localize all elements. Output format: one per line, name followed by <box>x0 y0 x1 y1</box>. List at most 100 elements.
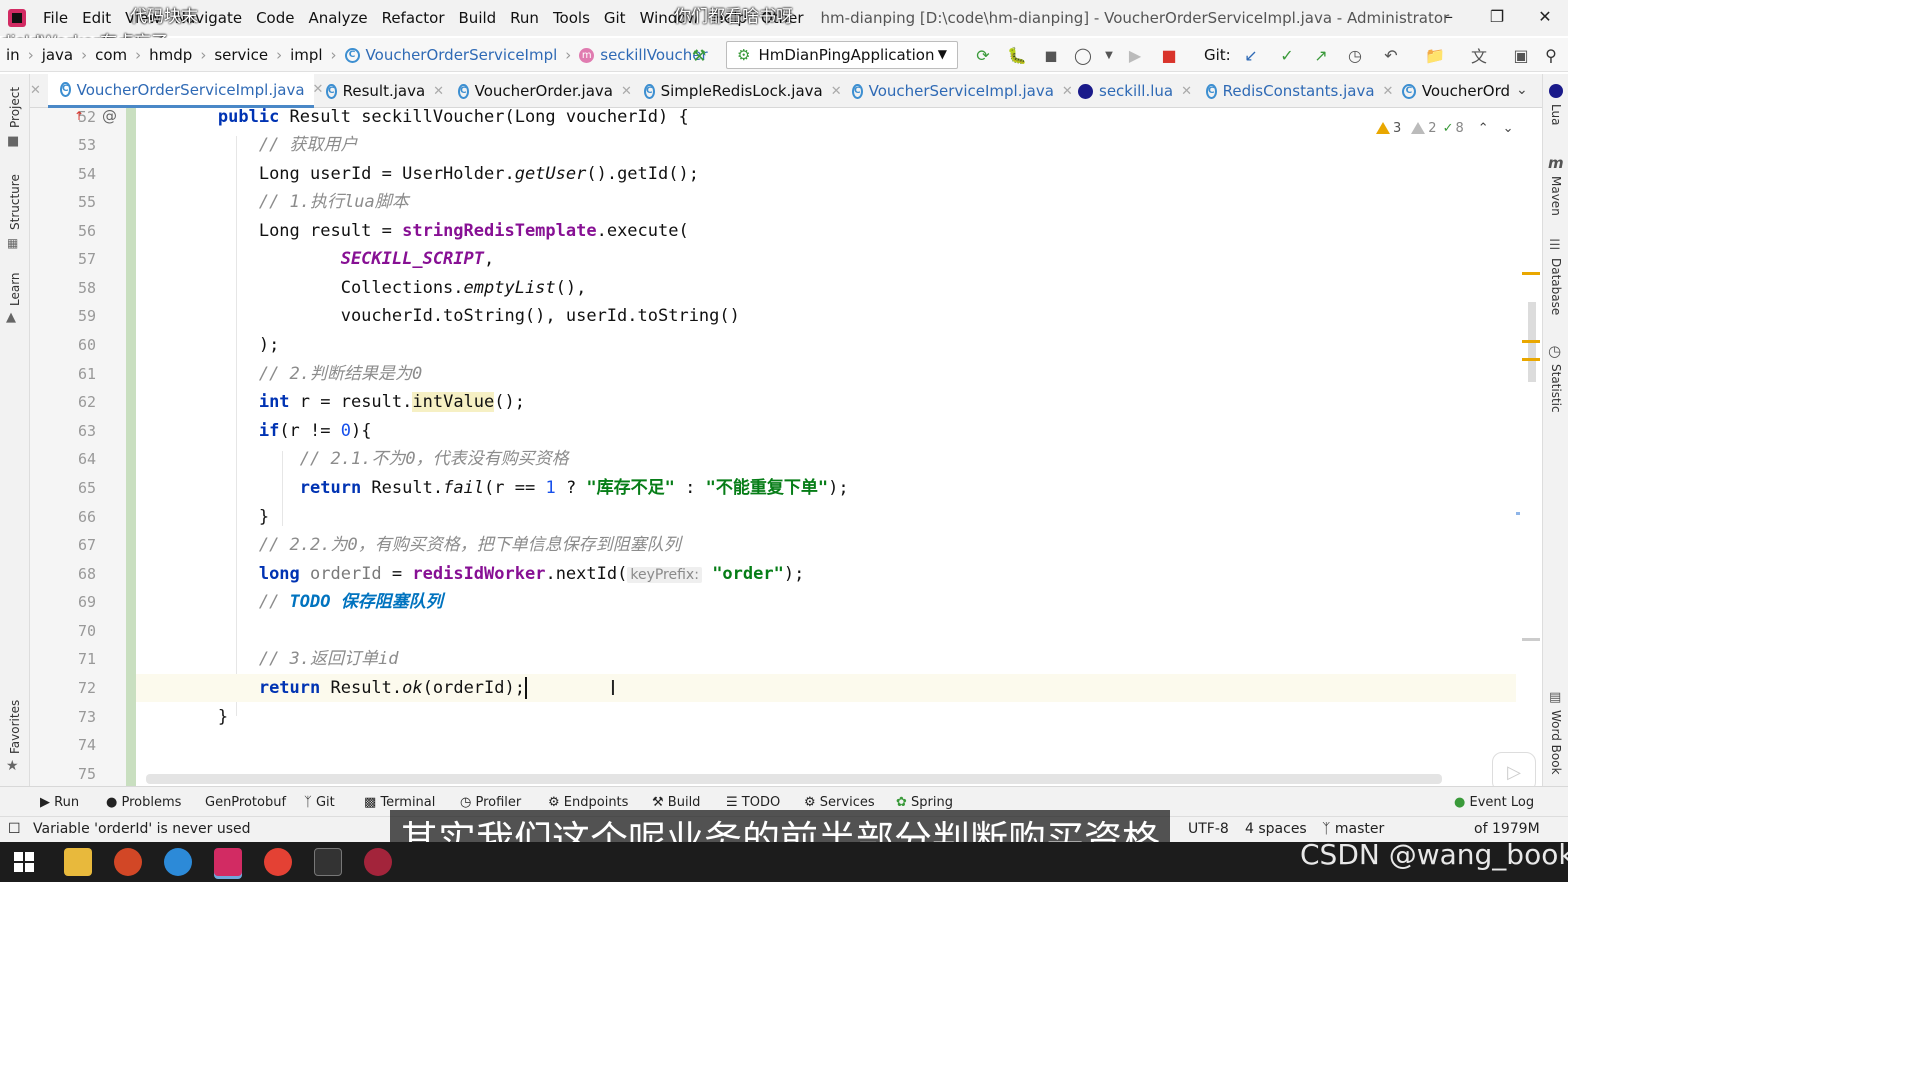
tab-simple-redis-lock[interactable]: C SimpleRedisLock.java ✕ <box>632 74 842 108</box>
intellij-taskbar-icon[interactable] <box>214 848 242 876</box>
toolwindow-git[interactable]: ᛉ Git <box>304 795 335 810</box>
code-editor[interactable]: public Result seckillVoucher(Long vouche… <box>136 108 1516 778</box>
restore-button[interactable]: ❐ <box>1474 0 1520 32</box>
chevron-down-icon[interactable]: ⌄ <box>1516 82 1528 98</box>
stop-icon[interactable]: ■ <box>1160 46 1178 65</box>
debug-icon[interactable]: 🐛 <box>1007 46 1027 65</box>
status-indent[interactable]: 4 spaces <box>1245 821 1307 837</box>
toolwindow-run[interactable]: ▶ Run <box>40 795 79 810</box>
chevron-down-icon[interactable]: ▼ <box>1100 46 1118 64</box>
tool-learn[interactable]: Learn <box>8 272 22 306</box>
menu-code[interactable]: Code <box>249 9 301 27</box>
code-line[interactable] <box>136 617 1516 645</box>
tab-voucher-service-impl[interactable]: C VoucherServiceImpl.java ✕ <box>840 74 1073 108</box>
code-line[interactable]: Long userId = UserHolder.getUser().getId… <box>136 160 1516 188</box>
translate-icon[interactable]: 文 <box>1470 46 1488 66</box>
play-icon[interactable]: ▶ <box>1126 46 1144 65</box>
error-stripe-mark[interactable] <box>1522 340 1540 343</box>
chrome-icon[interactable] <box>264 848 292 876</box>
tab-result[interactable]: C Result.java ✕ <box>314 74 444 108</box>
code-line[interactable]: ); <box>136 331 1516 359</box>
toolwindow-services[interactable]: ⚙ Services <box>804 795 875 810</box>
breadcrumb-item[interactable]: com <box>89 46 133 64</box>
breadcrumb-item[interactable]: java <box>36 46 79 64</box>
code-line[interactable]: Collections.emptyList(), <box>136 274 1516 302</box>
tool-word-book[interactable]: Word Book <box>1549 710 1563 775</box>
inspection-widget[interactable]: 3 2 ✓ 8 ⌃ ⌄ <box>1376 118 1514 138</box>
browser-icon[interactable] <box>164 848 192 876</box>
git-update-icon[interactable]: ↙ <box>1242 46 1260 65</box>
file-explorer-icon[interactable] <box>64 848 92 876</box>
redis-icon[interactable] <box>364 848 392 876</box>
terminal-icon[interactable] <box>314 848 342 876</box>
history-icon[interactable]: ◷ <box>1346 46 1364 65</box>
menu-build[interactable]: Build <box>452 9 504 27</box>
breadcrumb-item[interactable]: impl <box>284 46 328 64</box>
tool-maven[interactable]: Maven <box>1549 176 1563 216</box>
tab-voucher-order[interactable]: C VoucherOrder.java ✕ <box>446 74 632 108</box>
menu-analyze[interactable]: Analyze <box>301 9 374 27</box>
menu-git[interactable]: Git <box>597 9 633 27</box>
code-line[interactable]: // 2.判断结果是为0 <box>136 360 1516 388</box>
tool-database[interactable]: Database <box>1549 258 1563 315</box>
close-icon[interactable]: ✕ <box>621 84 632 99</box>
code-line[interactable]: // 2.1.不为0，代表没有购买资格 <box>136 445 1516 473</box>
error-stripe-mark[interactable] <box>1522 638 1540 641</box>
breadcrumb-item[interactable]: in <box>0 46 26 64</box>
git-push-icon[interactable]: ↗ <box>1312 46 1330 65</box>
code-line[interactable]: public Result seckillVoucher(Long vouche… <box>136 108 1516 131</box>
coverage-icon[interactable]: ◼ <box>1042 46 1060 65</box>
toolwindow-terminal[interactable]: ▩ Terminal <box>364 795 435 810</box>
breakpoint-marker-icon[interactable]: ↑ <box>74 109 84 123</box>
tab-seckill-lua[interactable]: seckill.lua ✕ <box>1066 74 1194 108</box>
project-structure-icon[interactable]: 📁 <box>1425 46 1445 65</box>
breadcrumb-item[interactable]: service <box>208 46 274 64</box>
status-branch[interactable]: ᛉ master <box>1322 821 1384 837</box>
toolwindow-profiler[interactable]: ◷ Profiler <box>460 795 521 810</box>
tab-voucher-ord[interactable]: C VoucherOrd <box>1390 74 1510 108</box>
code-line[interactable]: // 3.返回订单id <box>136 645 1516 673</box>
code-line-current[interactable]: return Result.ok(orderId); <box>136 674 1516 702</box>
toolwindow-spring[interactable]: ✿ Spring <box>896 795 953 810</box>
menu-file[interactable]: File <box>36 9 75 27</box>
code-line[interactable]: SECKILL_SCRIPT, <box>136 245 1516 273</box>
error-stripe-mark[interactable] <box>1522 272 1540 275</box>
menu-refactor[interactable]: Refactor <box>375 9 452 27</box>
code-line[interactable]: return Result.fail(r == 1 ? "库存不足" : "不能… <box>136 474 1516 502</box>
close-icon[interactable]: ✕ <box>30 83 41 98</box>
toolwindow-build[interactable]: ⚒ Build <box>652 795 700 810</box>
breadcrumb-class[interactable]: C VoucherOrderServiceImpl <box>339 46 564 64</box>
toolwindow-genprotobuf[interactable]: GenProtobuf <box>205 795 286 810</box>
menu-tools[interactable]: Tools <box>546 9 597 27</box>
tab-redis-constants[interactable]: C RedisConstants.java ✕ <box>1194 74 1393 108</box>
toolwindow-event-log[interactable]: ● Event Log <box>1454 795 1534 810</box>
code-line[interactable]: int r = result.intValue(); <box>136 388 1516 416</box>
tool-project[interactable]: Project <box>8 87 22 128</box>
menu-run[interactable]: Run <box>503 9 546 27</box>
code-line[interactable]: // TODO 保存阻塞队列 <box>136 588 1516 616</box>
code-line[interactable]: long orderId = redisIdWorker.nextId(keyP… <box>136 560 1516 588</box>
run-configuration-select[interactable]: ⚙ HmDianPingApplication ▼ <box>726 41 958 69</box>
code-line[interactable]: voucherId.toString(), userId.toString() <box>136 302 1516 330</box>
layout-icon[interactable]: ▣ <box>1512 46 1530 65</box>
vcs-change-marker[interactable] <box>126 108 136 786</box>
code-line[interactable]: if(r != 0){ <box>136 417 1516 445</box>
tool-statistic[interactable]: Statistic <box>1549 364 1563 413</box>
close-window-button[interactable]: ✕ <box>1522 0 1568 32</box>
status-checkbox-icon[interactable]: ☐ <box>8 821 21 837</box>
tool-lua[interactable]: Lua <box>1549 104 1563 125</box>
rerun-icon[interactable]: ⟳ <box>974 46 992 65</box>
error-stripe-mark[interactable] <box>1522 358 1540 361</box>
code-line[interactable]: } <box>136 503 1516 531</box>
toolwindow-problems[interactable]: ● Problems <box>106 795 181 810</box>
windows-start-icon[interactable] <box>14 852 34 872</box>
chevron-up-icon[interactable]: ⌃ <box>1478 121 1489 136</box>
code-line[interactable]: // 获取用户 <box>136 131 1516 159</box>
code-line[interactable]: // 1.执行lua脚本 <box>136 188 1516 216</box>
code-line[interactable]: } <box>136 703 1516 731</box>
powerpoint-icon[interactable] <box>114 848 142 876</box>
annotation-icon[interactable]: @ <box>102 107 117 125</box>
code-line[interactable]: Long result = stringRedisTemplate.execut… <box>136 217 1516 245</box>
breadcrumb-item[interactable]: hmdp <box>143 46 198 64</box>
horizontal-scrollbar[interactable] <box>146 774 1442 784</box>
